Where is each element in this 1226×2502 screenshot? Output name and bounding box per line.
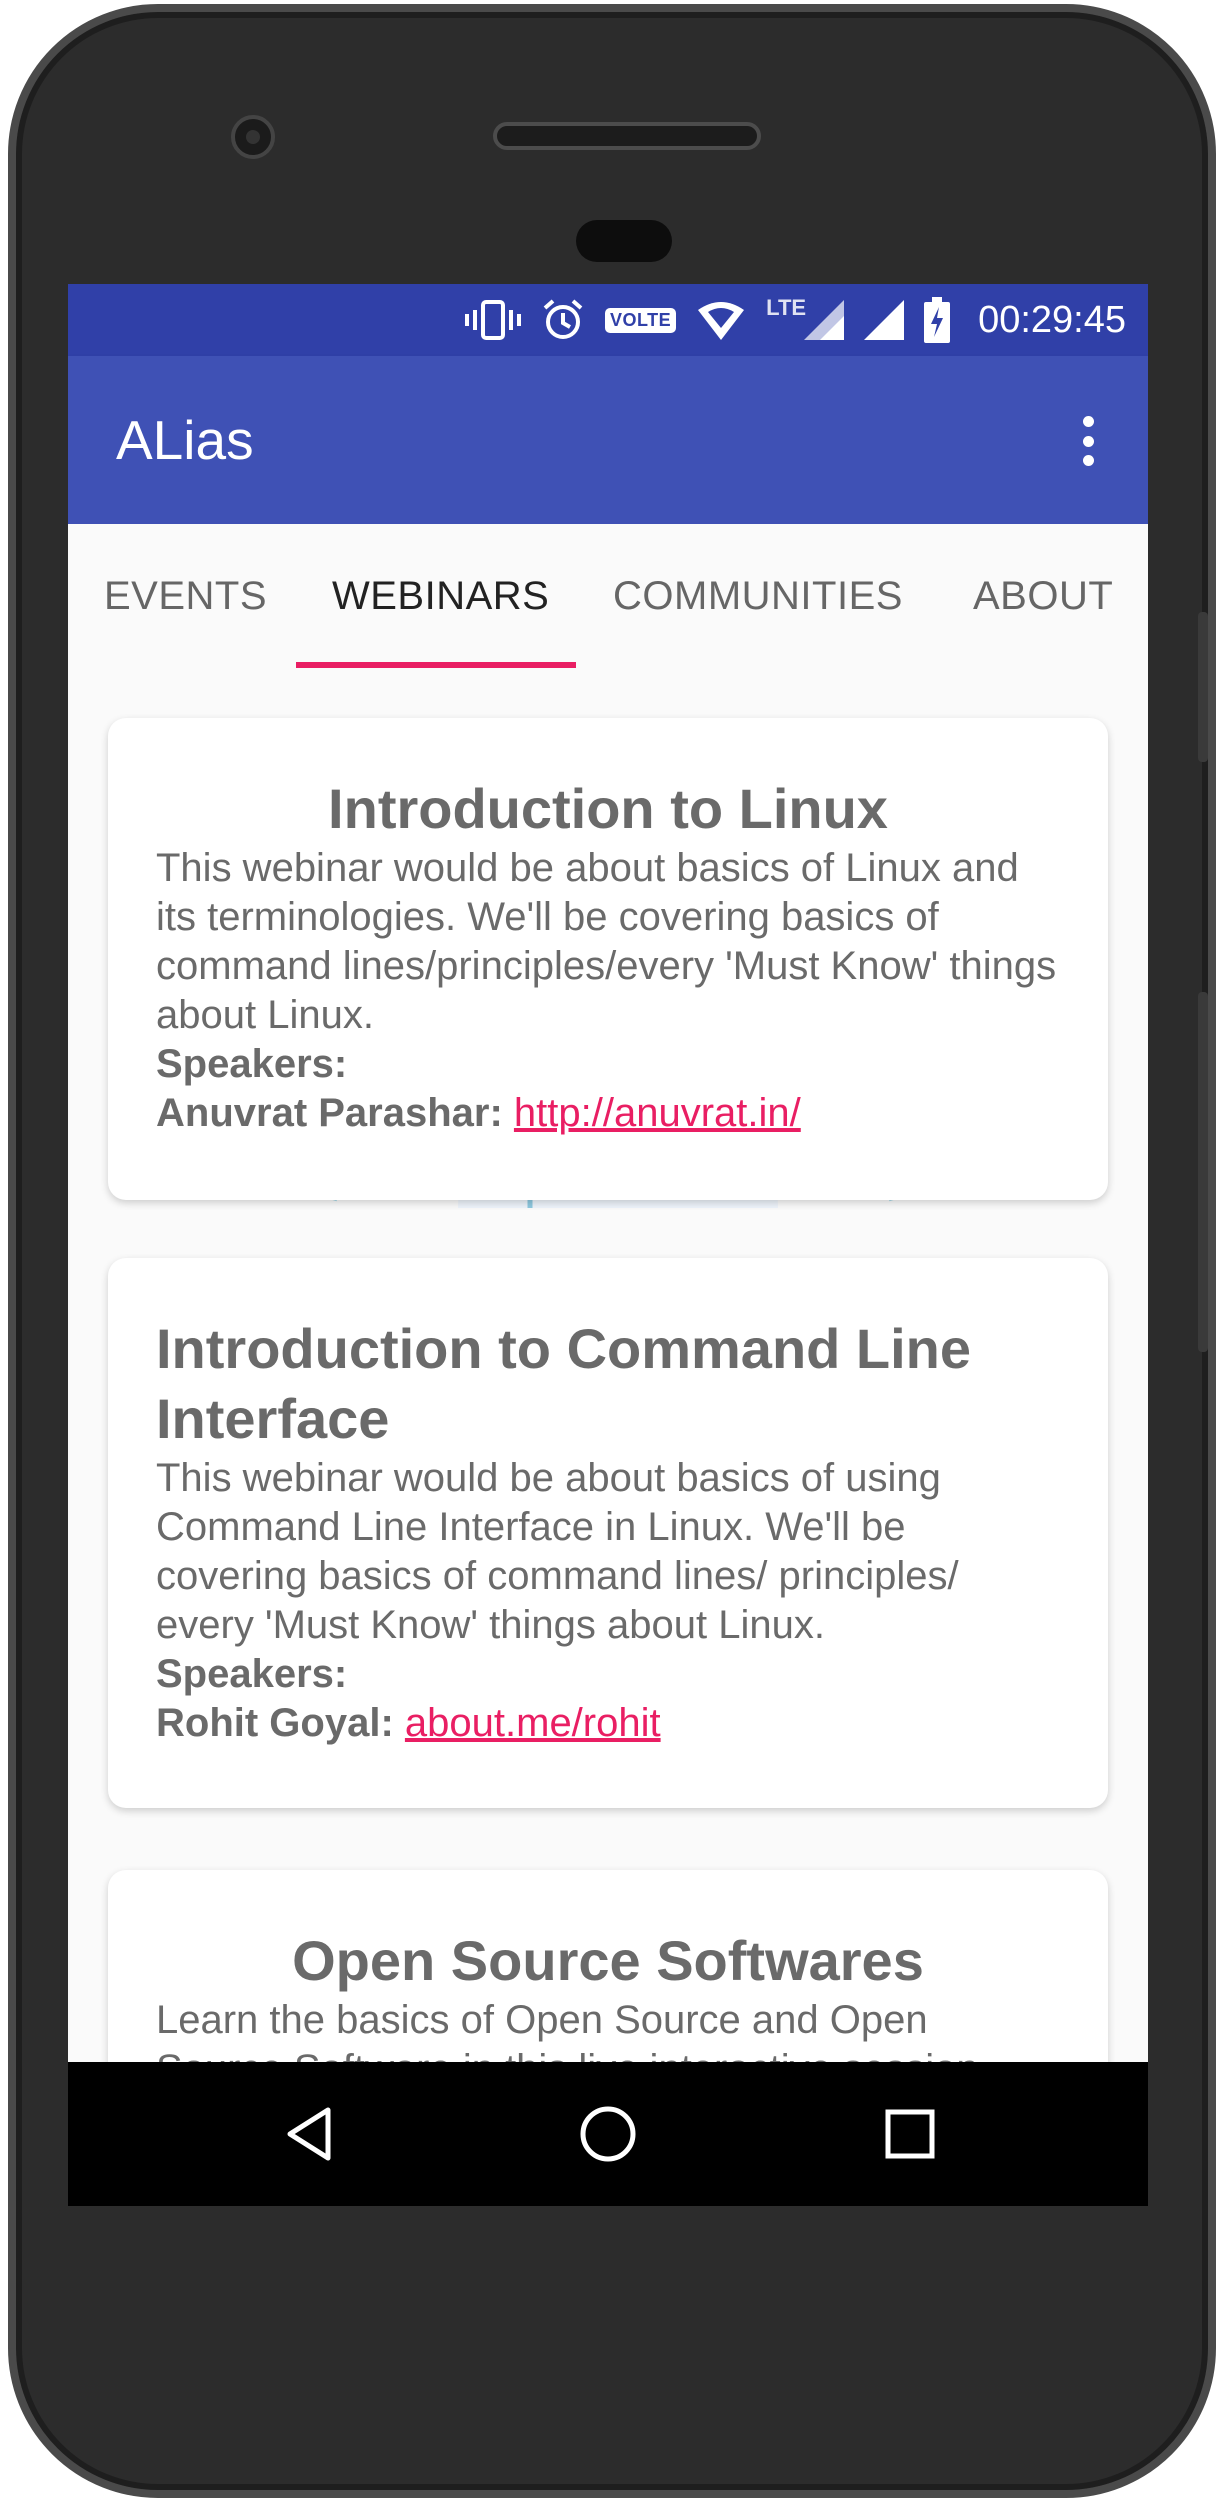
webinar-card[interactable]: Open Source Softwares Learn the basics o… — [108, 1870, 1108, 2062]
speaker-name: Anuvrat Parashar: — [156, 1091, 503, 1135]
speaker-name: Rohit Goyal: — [156, 1701, 394, 1745]
wifi-icon — [696, 298, 746, 342]
tab-webinars[interactable]: WEBINARS — [332, 524, 549, 668]
navigation-bar — [68, 2062, 1148, 2206]
home-icon[interactable] — [578, 2104, 638, 2169]
speaker-row: Anuvrat Parashar: http://anuvrat.in/ — [156, 1089, 1060, 1138]
alarm-icon — [541, 298, 585, 342]
proximity-sensor — [576, 220, 672, 262]
status-bar: VOLTE LTE 00:29:45 — [68, 284, 1148, 356]
signal-icon — [804, 300, 845, 340]
webinar-card[interactable]: Introduction to Command Line Interface T… — [108, 1258, 1108, 1808]
earpiece-speaker — [493, 122, 761, 150]
overflow-menu-icon[interactable] — [1078, 416, 1098, 466]
volume-button — [1198, 992, 1208, 1352]
vibrate-icon — [464, 298, 521, 342]
tab-about[interactable]: ABOUT — [973, 524, 1113, 668]
power-button — [1198, 612, 1208, 762]
recents-icon[interactable] — [880, 2104, 940, 2169]
front-camera — [231, 115, 275, 159]
webinar-title: Introduction to Linux — [328, 777, 888, 840]
network-type-label: LTE — [766, 295, 807, 320]
back-icon[interactable] — [280, 2104, 340, 2169]
webinar-list[interactable]: Introduction to Linux This webinar would… — [68, 668, 1148, 2062]
signal-icon — [864, 300, 905, 340]
volte-icon: VOLTE — [604, 307, 677, 333]
battery-charging-icon — [924, 297, 951, 343]
speaker-row: Rohit Goyal: about.me/rohit — [156, 1699, 1060, 1748]
webinar-description: Learn the basics of Open Source and Open… — [156, 1998, 979, 2062]
webinar-description: This webinar would be about basics of Li… — [156, 846, 1057, 1037]
webinar-title: Introduction to Command Line Interface — [156, 1317, 972, 1450]
tab-events[interactable]: EVENTS — [104, 524, 267, 668]
tab-communities[interactable]: COMMUNITIES — [613, 524, 903, 668]
tab-bar: EVENTS WEBINARS COMMUNITIES ABOUT — [68, 524, 1148, 668]
speakers-label: Speakers: — [156, 1042, 348, 1086]
app-bar: ALias — [68, 356, 1148, 524]
webinar-card[interactable]: Introduction to Linux This webinar would… — [108, 718, 1108, 1200]
clock: 00:29:45 — [978, 298, 1126, 341]
speaker-link[interactable]: about.me/rohit — [405, 1701, 661, 1745]
webinar-description: This webinar would be about basics of us… — [156, 1456, 959, 1647]
app-title: ALias — [116, 409, 254, 471]
speakers-label: Speakers: — [156, 1652, 348, 1696]
webinar-title: Open Source Softwares — [292, 1929, 924, 1992]
speaker-link[interactable]: http://anuvrat.in/ — [514, 1091, 801, 1135]
screen: VOLTE LTE 00:29:45 ALias EVENTS WEBINARS… — [68, 284, 1148, 2206]
